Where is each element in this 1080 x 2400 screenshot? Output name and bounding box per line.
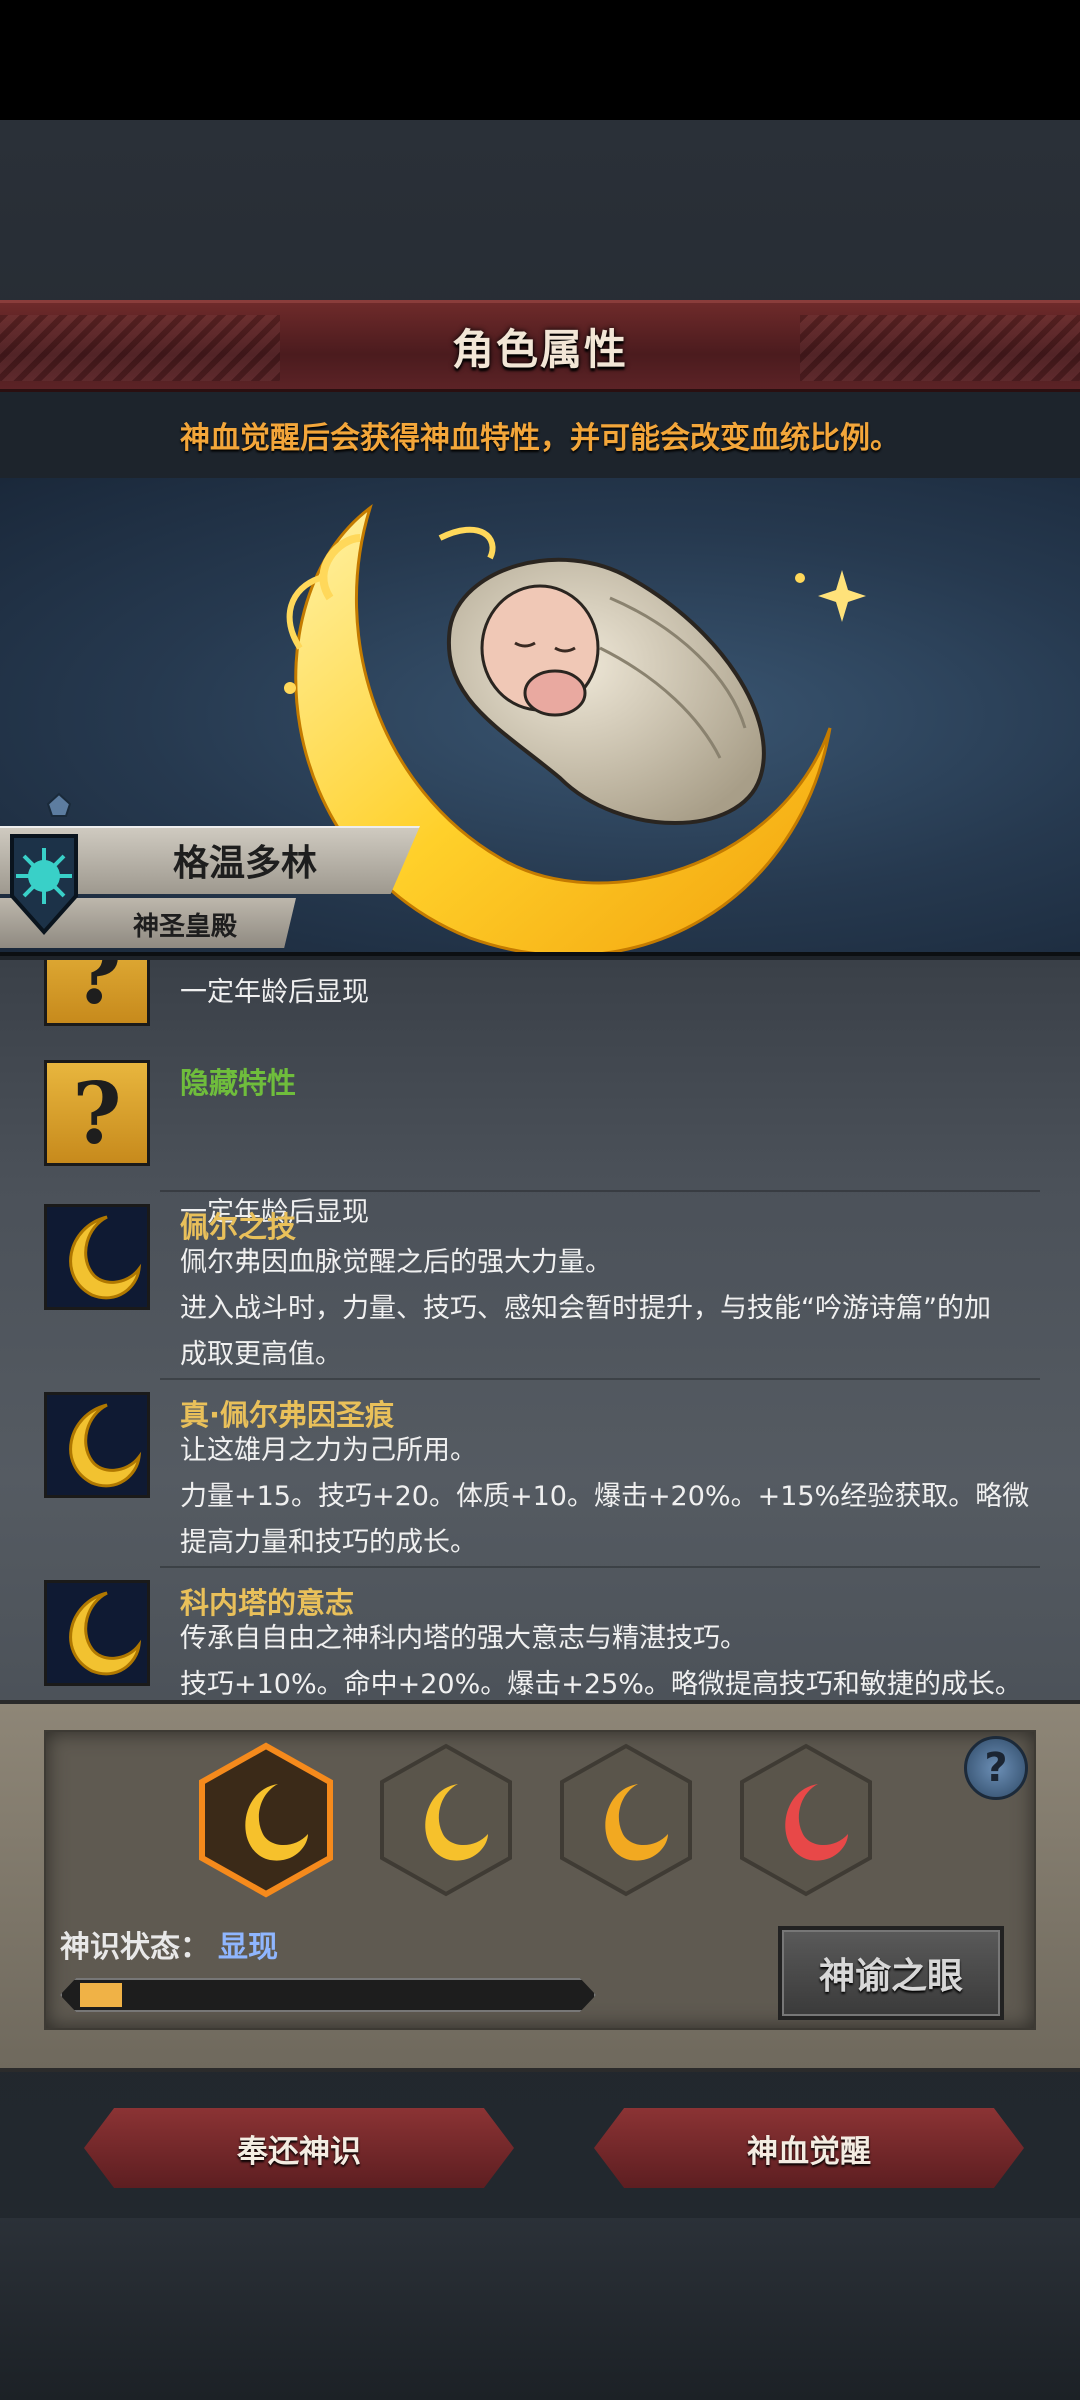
help-button[interactable]: ? bbox=[964, 1736, 1028, 1800]
god-sense-progress-fill bbox=[80, 1983, 122, 2007]
moon-slot[interactable] bbox=[558, 1742, 694, 1898]
faction-crest-icon bbox=[10, 834, 78, 936]
page-title: 角色属性 bbox=[451, 324, 628, 374]
trait-list[interactable]: ? 一定年龄后显现 ? 隐藏特性 一定年龄后显现 佩尔之技 佩尔弗因血脉觉醒之后… bbox=[0, 960, 1080, 1700]
question-icon: ? bbox=[44, 960, 150, 1026]
trait-desc: 让这雄月之力为己所用。 力量+15。技巧+20。体质+10。爆击+20%。+15… bbox=[180, 1435, 1030, 1558]
trait-desc: 一定年龄后显现 bbox=[180, 1197, 369, 1228]
subtitle: 神血觉醒后会获得神血特性，并可能会改变血统比例。 bbox=[180, 421, 900, 456]
character-name: 格温多林 bbox=[172, 843, 317, 884]
trait-desc: 传承自自由之神科内塔的强大意志与精湛技巧。 技巧+10%。命中+20%。爆击+2… bbox=[180, 1623, 1022, 1700]
moon-slot-active[interactable] bbox=[198, 1742, 334, 1898]
question-icon: ? bbox=[44, 1060, 150, 1166]
divider bbox=[160, 1566, 1040, 1568]
swaddled-baby bbox=[446, 557, 766, 825]
oracle-eye-button[interactable]: 神谕之眼 bbox=[778, 1926, 1004, 2020]
return-sense-button[interactable]: 奉还神识 bbox=[84, 2108, 514, 2188]
crest-marker-icon bbox=[46, 792, 72, 817]
god-sense-label: 神识状态： bbox=[60, 1930, 210, 1965]
subtitle-bar: 神血觉醒后会获得神血特性，并可能会改变血统比例。 bbox=[0, 392, 1080, 478]
moon-slot-red[interactable] bbox=[738, 1742, 874, 1898]
crescent-moon-icon bbox=[44, 1580, 150, 1686]
title-banner: 角色属性 bbox=[0, 300, 1080, 392]
bottom-area bbox=[0, 2218, 1080, 2400]
status-bar-area bbox=[0, 0, 1080, 120]
trait-name: 隐藏特性 bbox=[180, 1066, 297, 1100]
trait-desc: 一定年龄后显现 bbox=[180, 977, 369, 1008]
crescent-moon-icon bbox=[44, 1204, 150, 1310]
blood-awaken-button[interactable]: 神血觉醒 bbox=[594, 2108, 1024, 2188]
trait-desc: 佩尔弗因血脉觉醒之后的强大力量。 进入战斗时，力量、技巧、感知会暂时提升，与技能… bbox=[180, 1247, 991, 1370]
divider bbox=[160, 1190, 1040, 1192]
moon-slot[interactable] bbox=[378, 1742, 514, 1898]
divider bbox=[160, 1378, 1040, 1380]
character-faction: 神圣皇殿 bbox=[132, 912, 237, 942]
sparkle-star bbox=[818, 570, 866, 622]
god-sense-progress-track bbox=[60, 1978, 596, 2012]
god-sense-value: 显现 bbox=[218, 1930, 278, 1965]
crescent-moon-icon bbox=[44, 1392, 150, 1498]
